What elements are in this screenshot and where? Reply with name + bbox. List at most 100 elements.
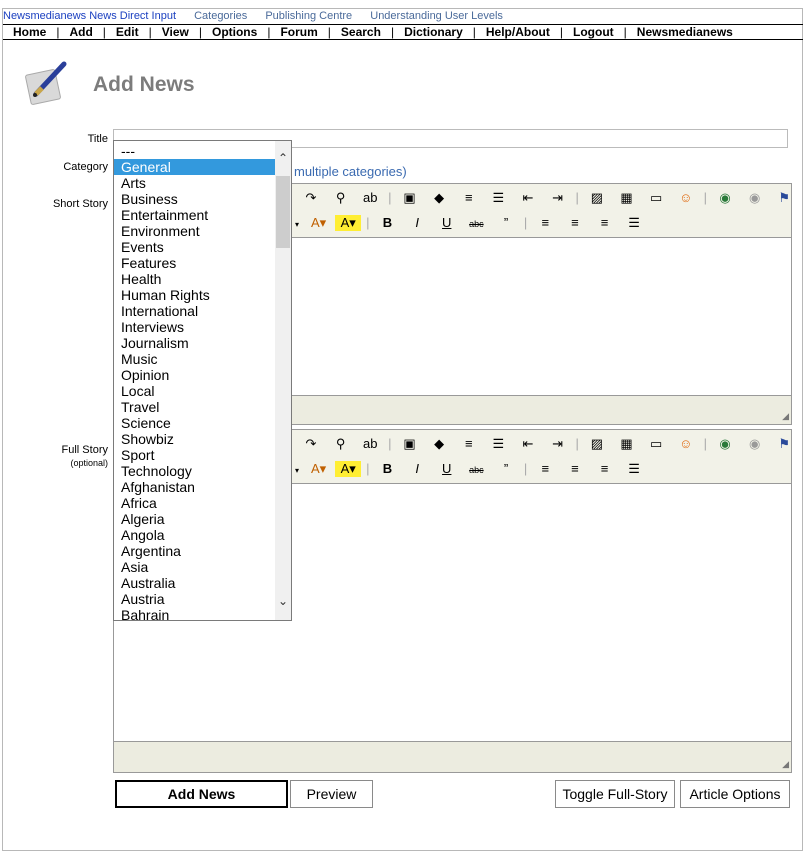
table-icon[interactable]: ▦ [614,436,640,452]
category-option[interactable]: Algeria [114,511,276,527]
category-option[interactable]: General [114,159,276,175]
indent-icon[interactable]: ⇥ [545,190,571,206]
category-option[interactable]: Afghanistan [114,479,276,495]
scroll-up-icon[interactable]: ⌃ [275,151,291,167]
category-option[interactable]: Angola [114,527,276,543]
bold-icon[interactable]: B [375,461,401,476]
outdent-icon[interactable]: ⇤ [515,190,541,206]
underline-icon[interactable]: U [434,215,460,230]
toggle-full-story-button[interactable]: Toggle Full-Story [555,780,675,808]
image-icon[interactable]: ▨ [584,436,610,452]
ordered-list-icon[interactable]: ≡ [456,436,482,451]
resize-grip-icon[interactable]: ◢ [782,759,789,770]
resize-grip-icon[interactable]: ◢ [782,411,789,422]
outdent-icon[interactable]: ⇤ [515,436,541,452]
menu-dictionary[interactable]: Dictionary [394,25,473,39]
category-option[interactable]: Africa [114,495,276,511]
category-option[interactable]: Environment [114,223,276,239]
menu-logout[interactable]: Logout [563,25,624,39]
font-color-icon[interactable]: A▾ [306,461,332,477]
bold-icon[interactable]: B [375,215,401,230]
menu-newsmedianews[interactable]: Newsmedianews [627,25,743,39]
smiley-icon[interactable]: ☺ [673,436,699,451]
unlink-icon[interactable]: ◉ [742,436,768,452]
indent-icon[interactable]: ⇥ [545,436,571,452]
justify-icon[interactable]: ☰ [621,461,647,477]
user-levels-link[interactable]: Understanding User Levels [370,10,503,22]
menu-help-about[interactable]: Help/About [476,25,560,39]
category-option[interactable]: Science [114,415,276,431]
eraser-icon[interactable]: ◆ [426,190,452,206]
align-center-icon[interactable]: ≡ [562,215,588,230]
link-icon[interactable]: ◉ [712,190,738,206]
replace-icon[interactable]: ab [357,190,383,205]
category-option[interactable]: Health [114,271,276,287]
image-icon[interactable]: ▨ [584,190,610,206]
menu-search[interactable]: Search [331,25,391,39]
category-option[interactable]: Sport [114,447,276,463]
highlight-color-icon[interactable]: A▾ [335,215,362,231]
anchor-flag-icon[interactable]: ⚑ [771,190,797,206]
align-center-icon[interactable]: ≡ [562,461,588,476]
justify-icon[interactable]: ☰ [621,215,647,231]
category-option[interactable]: Entertainment [114,207,276,223]
eraser-icon[interactable]: ◆ [426,436,452,452]
highlight-color-icon[interactable]: A▾ [335,461,362,477]
category-option[interactable]: Music [114,351,276,367]
category-option[interactable]: Bahrain [114,607,276,620]
category-option[interactable]: Local [114,383,276,399]
category-option[interactable]: Opinion [114,367,276,383]
menu-view[interactable]: View [152,25,199,39]
category-option[interactable]: Events [114,239,276,255]
dropdown-scrollbar[interactable]: ⌃ ⌄ [275,141,291,620]
redo-icon[interactable]: ↷ [298,436,324,452]
menu-options[interactable]: Options [202,25,267,39]
italic-icon[interactable]: I [404,215,430,230]
category-option[interactable]: Arts [114,175,276,191]
scroll-thumb[interactable] [276,176,290,248]
strikethrough-icon[interactable]: abc [463,219,489,229]
category-option[interactable]: Argentina [114,543,276,559]
blockquote-icon[interactable]: ” [493,215,519,230]
category-option[interactable]: Showbiz [114,431,276,447]
category-option[interactable]: Technology [114,463,276,479]
find-icon[interactable]: ⚲ [328,436,354,452]
align-left-icon[interactable]: ≡ [532,461,558,476]
ordered-list-icon[interactable]: ≡ [456,190,482,205]
category-option[interactable]: Human Rights [114,287,276,303]
categories-link[interactable]: Categories [194,10,247,22]
menu-add[interactable]: Add [59,25,102,39]
strikethrough-icon[interactable]: abc [463,465,489,475]
blockquote-icon[interactable]: ” [493,461,519,476]
find-icon[interactable]: ⚲ [328,190,354,206]
menu-edit[interactable]: Edit [106,25,149,39]
unordered-list-icon[interactable]: ☰ [485,190,511,206]
menu-home[interactable]: Home [3,25,56,39]
font-size-dropdown-arrow[interactable]: ▾ [292,466,302,475]
category-option[interactable]: --- [114,143,276,159]
category-option[interactable]: International [114,303,276,319]
horizontal-rule-icon[interactable]: ▭ [643,190,669,206]
menu-forum[interactable]: Forum [270,25,327,39]
select-all-icon[interactable]: ▣ [397,436,423,452]
category-option[interactable]: Interviews [114,319,276,335]
underline-icon[interactable]: U [434,461,460,476]
unlink-icon[interactable]: ◉ [742,190,768,206]
category-option[interactable]: Features [114,255,276,271]
font-size-dropdown-arrow[interactable]: ▾ [292,220,302,229]
category-option[interactable]: Asia [114,559,276,575]
redo-icon[interactable]: ↷ [298,190,324,206]
align-right-icon[interactable]: ≡ [592,461,618,476]
align-left-icon[interactable]: ≡ [532,215,558,230]
horizontal-rule-icon[interactable]: ▭ [643,436,669,452]
unordered-list-icon[interactable]: ☰ [485,436,511,452]
add-news-button[interactable]: Add News [115,780,288,808]
replace-icon[interactable]: ab [357,436,383,451]
category-dropdown-list[interactable]: --- General Arts Business Entertainment Envir… [113,140,292,621]
table-icon[interactable]: ▦ [614,190,640,206]
font-color-icon[interactable]: A▾ [306,215,332,231]
category-option[interactable]: Austria [114,591,276,607]
category-option[interactable]: Journalism [114,335,276,351]
article-options-button[interactable]: Article Options [680,780,790,808]
category-option[interactable]: Australia [114,575,276,591]
